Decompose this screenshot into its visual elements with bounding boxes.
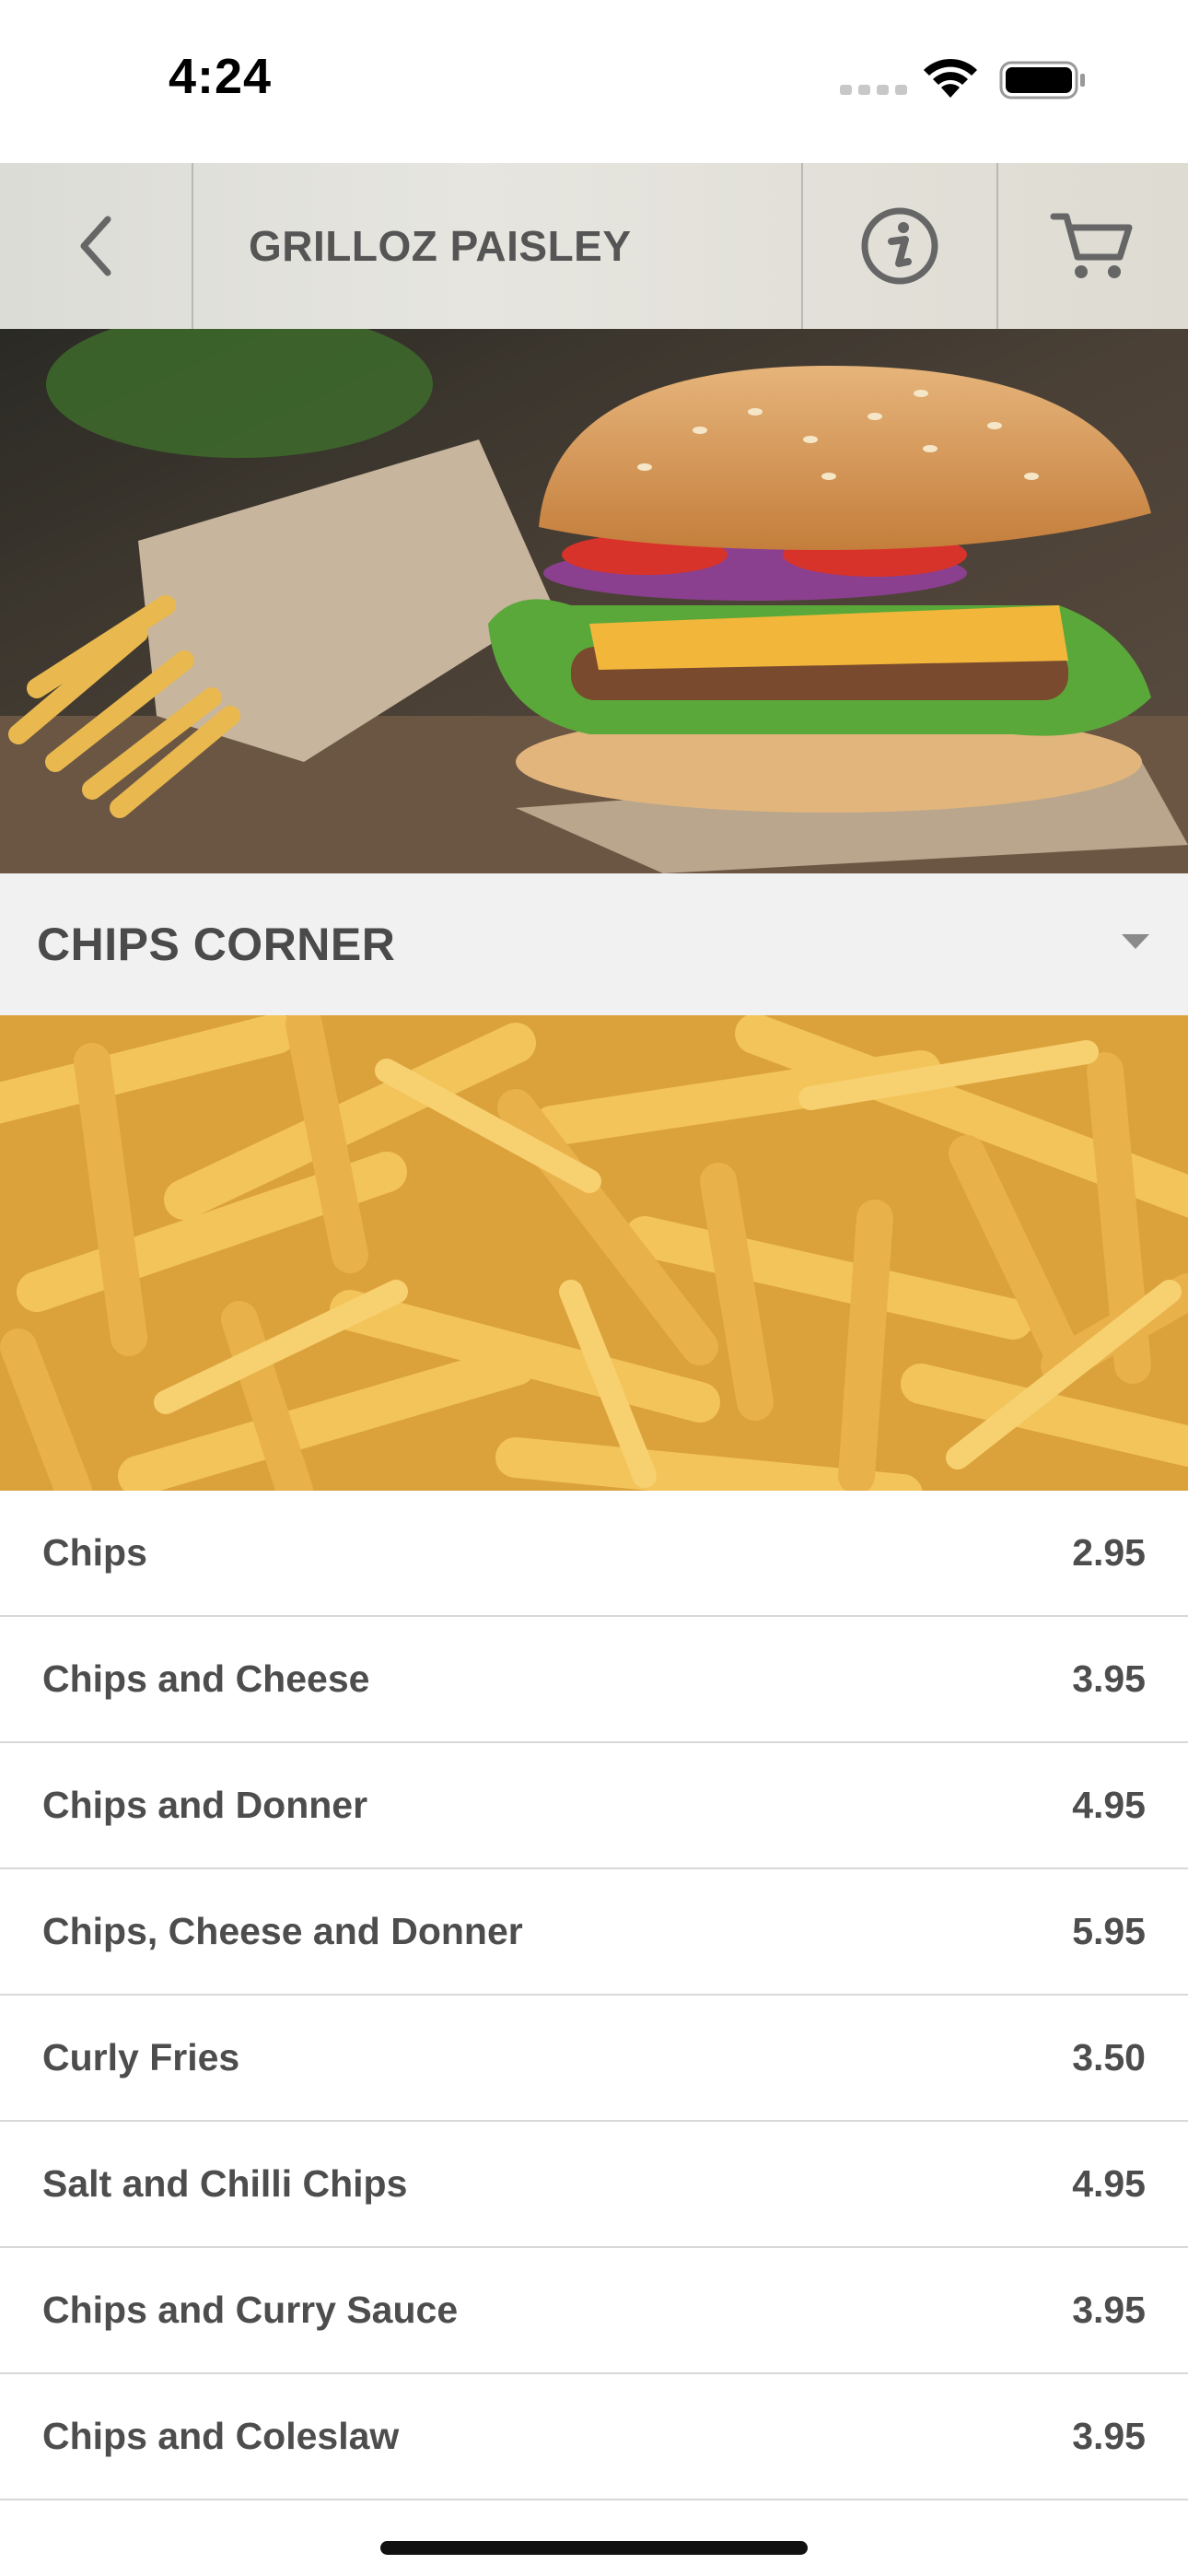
cart-icon — [1050, 213, 1133, 278]
category-title: CHIPS CORNER — [37, 919, 396, 970]
cart-button[interactable] — [996, 163, 1188, 329]
chevron-left-icon — [80, 216, 111, 276]
menu-item-price: 4.95 — [1072, 2162, 1146, 2205]
info-icon — [861, 207, 938, 285]
menu-item[interactable]: Chips and Coleslaw 3.95 — [0, 2374, 1188, 2500]
menu-item-price: 3.95 — [1072, 1657, 1146, 1700]
caret-down-icon — [1122, 934, 1149, 949]
menu-item[interactable]: Curly Fries 3.50 — [0, 1996, 1188, 2122]
menu-item[interactable]: Salt and Chilli Chips 4.95 — [0, 2122, 1188, 2248]
battery-icon — [999, 61, 1085, 100]
status-time: 4:24 — [169, 49, 273, 104]
menu-item-price: 3.95 — [1072, 2289, 1146, 2331]
menu-item-name: Chips and Cheese — [42, 1657, 370, 1700]
cellular-signal-icon — [840, 85, 907, 95]
menu-item-name: Chips, Cheese and Donner — [42, 1910, 523, 1952]
menu-item-name: Salt and Chilli Chips — [42, 2162, 408, 2205]
page-title: GRILLOZ PAISLEY — [249, 222, 632, 270]
menu-item[interactable]: Chips, Cheese and Donner 5.95 — [0, 1869, 1188, 1996]
menu-item[interactable]: Chips and Cheese 3.95 — [0, 1617, 1188, 1743]
menu-item-name: Chips and Donner — [42, 1784, 368, 1826]
info-button[interactable] — [801, 163, 998, 329]
category-image — [0, 1015, 1188, 1491]
status-bar: 4:24 — [0, 0, 1188, 163]
menu-item[interactable]: Chips 2.95 — [0, 1491, 1188, 1617]
back-button[interactable] — [0, 163, 193, 329]
category-header-chips-corner[interactable]: CHIPS CORNER — [0, 873, 1188, 1015]
menu-item[interactable]: Chips and Donner 4.95 — [0, 1743, 1188, 1869]
menu-item-name: Chips and Curry Sauce — [42, 2289, 459, 2331]
menu-list: Chips 2.95 Chips and Cheese 3.95 Chips and D… — [0, 1491, 1188, 2500]
menu-item[interactable]: Chips and Curry Sauce 3.95 — [0, 2248, 1188, 2374]
menu-item-name: Chips and Coleslaw — [42, 2415, 400, 2457]
menu-item-price: 2.95 — [1072, 1531, 1146, 1574]
menu-item-name: Curly Fries — [42, 2036, 240, 2078]
wifi-icon — [924, 58, 977, 98]
menu-item-price: 5.95 — [1072, 1910, 1146, 1952]
home-indicator[interactable] — [380, 2541, 808, 2555]
menu-item-price: 4.95 — [1072, 1784, 1146, 1826]
menu-item-name: Chips — [42, 1531, 147, 1574]
menu-item-price: 3.50 — [1072, 2036, 1146, 2078]
nav-bar: GRILLOZ PAISLEY — [0, 163, 1188, 330]
hero-image — [0, 329, 1188, 873]
menu-item-price: 3.95 — [1072, 2415, 1146, 2457]
